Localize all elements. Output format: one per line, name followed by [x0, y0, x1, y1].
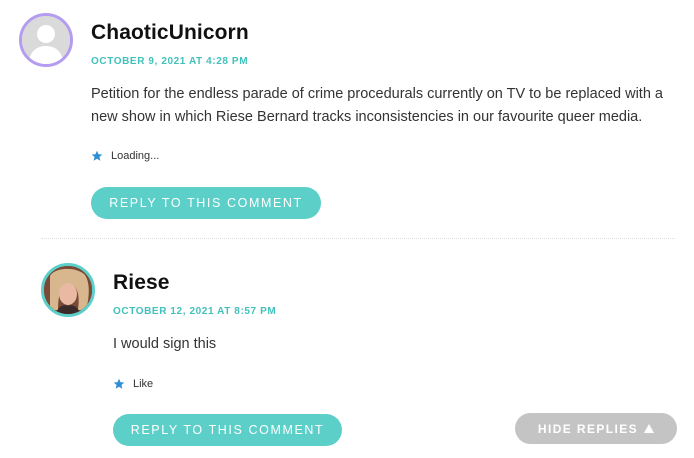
avatar-riese[interactable]	[41, 263, 95, 317]
star-icon	[91, 150, 103, 161]
default-avatar-icon	[22, 16, 70, 64]
comment-body: I would sign this	[113, 336, 217, 352]
hide-replies-label: HIDE REPLIES	[537, 421, 639, 436]
avatar-chaoticunicorn[interactable]	[19, 13, 73, 67]
like-label: Like	[133, 378, 154, 390]
like-widget[interactable]: Loading...	[91, 150, 159, 162]
user-photo-icon	[44, 266, 92, 314]
comment-date[interactable]: OCTOBER 12, 2021 AT 8:57 PM	[113, 306, 276, 317]
comment-divider	[41, 238, 675, 239]
star-icon	[113, 378, 125, 389]
comment-author[interactable]: ChaoticUnicorn	[91, 21, 249, 45]
triangle-up-icon	[644, 424, 655, 433]
like-label: Loading...	[111, 150, 160, 162]
like-widget[interactable]: Like	[113, 378, 153, 390]
hide-replies-button[interactable]: HIDE REPLIES	[515, 413, 677, 444]
comment-body: Petition for the endless parade of crime…	[91, 86, 663, 125]
reply-button[interactable]: REPLY TO THIS COMMENT	[91, 187, 321, 219]
comment-date[interactable]: OCTOBER 9, 2021 AT 4:28 PM	[91, 56, 248, 67]
reply-button[interactable]: REPLY TO THIS COMMENT	[113, 414, 342, 446]
comment-author[interactable]: Riese	[113, 271, 170, 295]
